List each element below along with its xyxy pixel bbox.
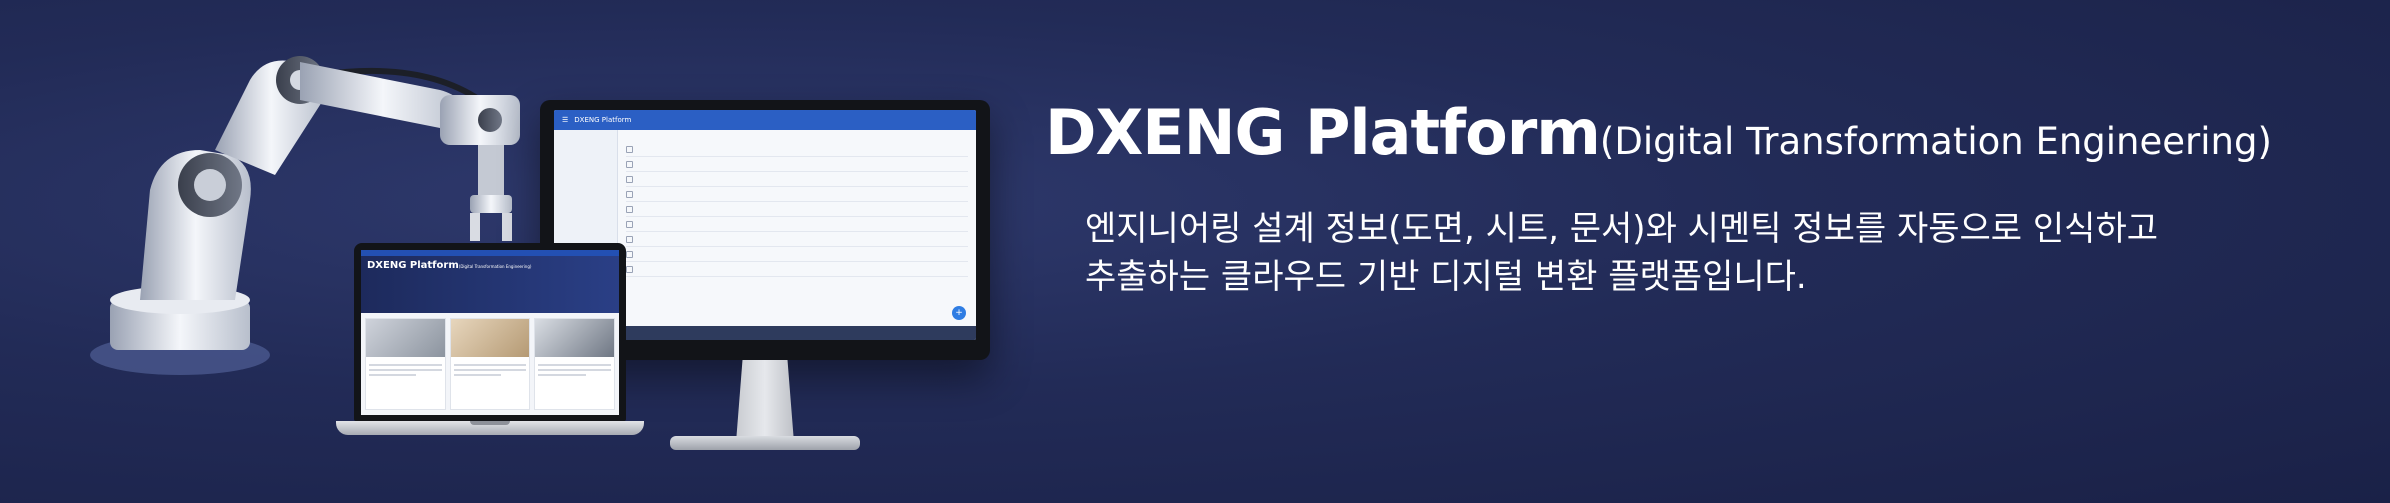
- table-row: [626, 247, 968, 262]
- table-row: [626, 187, 968, 202]
- banner-headline: DXENG Platform(Digital Transformation En…: [1045, 96, 2365, 169]
- laptop-hero: DXENG Platform(Digital Transformation En…: [361, 250, 619, 313]
- description-line-1: 엔지니어링 설계 정보(도면, 시트, 문서)와 시멘틱 정보를 자동으로 인식…: [1085, 209, 2159, 249]
- table-row: [626, 157, 968, 172]
- description-line-2: 추출하는 클라우드 기반 디지털 변환 플랫폼입니다.: [1085, 257, 1807, 297]
- laptop-hero-subtitle: (Digital Transformation Engineering): [458, 264, 532, 269]
- monitor-app-title: DXENG Platform: [574, 116, 632, 124]
- menu-icon: ☰: [562, 116, 569, 124]
- feature-card: [449, 318, 531, 410]
- laptop-hero-title: DXENG Platform(Digital Transformation En…: [367, 260, 532, 271]
- monitor-stand-base: [670, 436, 860, 450]
- table-row: [626, 172, 968, 187]
- laptop-screen: DXENG Platform(Digital Transformation En…: [361, 250, 619, 415]
- brand-title: DXENG Platform: [1045, 96, 1601, 169]
- monitor-file-list: +: [618, 130, 976, 340]
- table-row: [626, 232, 968, 247]
- feature-card: [365, 318, 446, 410]
- laptop-lid: DXENG Platform(Digital Transformation En…: [354, 243, 626, 421]
- laptop-notch: [470, 421, 510, 425]
- table-row: [626, 202, 968, 217]
- laptop-mockup: DXENG Platform(Digital Transformation En…: [336, 243, 644, 458]
- brand-subtitle: (Digital Transformation Engineering): [1599, 120, 2272, 163]
- table-row: [626, 217, 968, 232]
- add-fab-icon: +: [952, 306, 966, 320]
- table-row: [626, 142, 968, 157]
- feature-card: [534, 318, 616, 410]
- table-row: [626, 262, 968, 277]
- banner-description: 엔지니어링 설계 정보(도면, 시트, 문서)와 시멘틱 정보를 자동으로 인식…: [1085, 205, 2335, 301]
- banner: ☰ DXENG Platform + DXENG Platform(Digita…: [0, 0, 2390, 503]
- monitor-app-bar: ☰ DXENG Platform: [554, 110, 976, 130]
- laptop-card-grid: [361, 313, 619, 415]
